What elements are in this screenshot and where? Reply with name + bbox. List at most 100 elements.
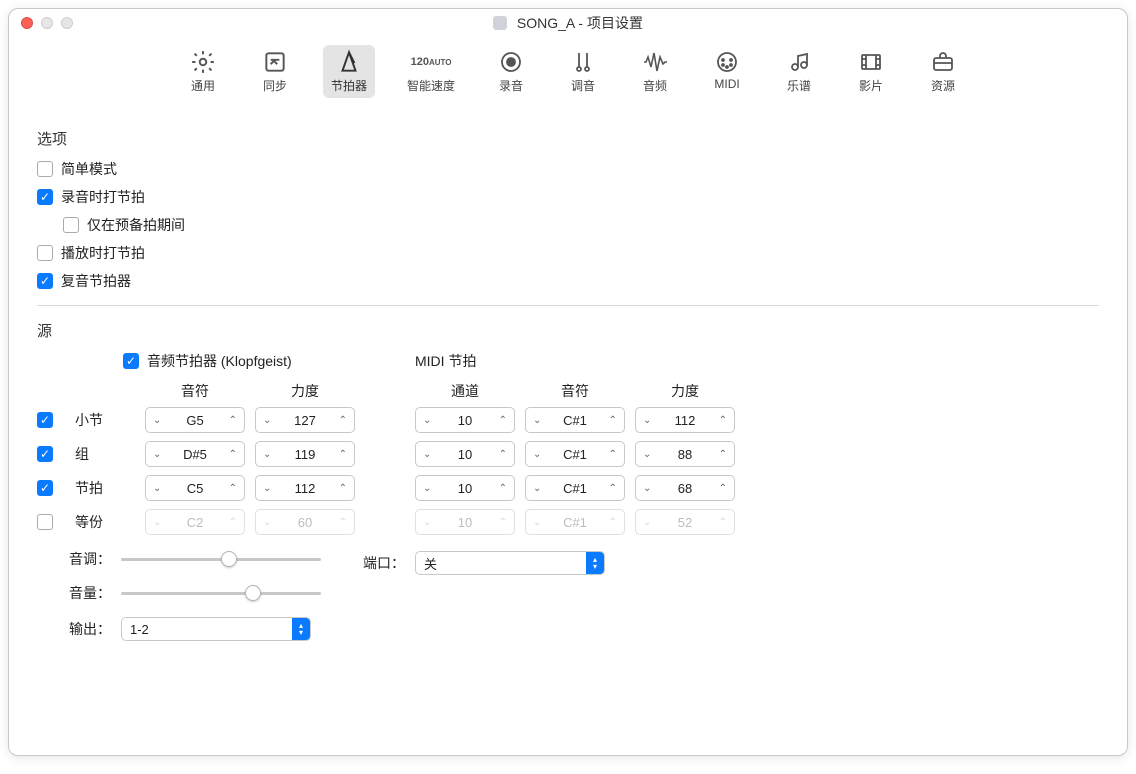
chevron-up-icon[interactable]: ⌃ <box>336 449 350 460</box>
checkbox-row-div[interactable] <box>37 514 53 530</box>
stepper-bar-mnote[interactable]: ⌄C#1⌃ <box>525 407 625 433</box>
section-title-options: 选项 <box>37 128 1099 149</box>
checkbox-audio-click[interactable] <box>123 353 139 369</box>
stepper-beat-vel[interactable]: ⌄112⌃ <box>255 475 355 501</box>
chevron-down-icon[interactable]: ⌄ <box>420 449 434 460</box>
stepper-beat-mnote[interactable]: ⌄C#1⌃ <box>525 475 625 501</box>
chevron-up-icon[interactable]: ⌃ <box>716 449 730 460</box>
slider-pitch[interactable] <box>121 550 321 568</box>
chevron-down-icon[interactable]: ⌄ <box>640 415 654 426</box>
stepper-group-note[interactable]: ⌄D#5⌃ <box>145 441 245 467</box>
stepper-group-vel[interactable]: ⌄119⌃ <box>255 441 355 467</box>
chevron-up-icon[interactable]: ⌃ <box>336 483 350 494</box>
tab-midi[interactable]: MIDI <box>703 45 751 98</box>
tab-label: 音频 <box>643 77 667 94</box>
chevron-up-icon[interactable]: ⌃ <box>226 449 240 460</box>
stepper-bar-note[interactable]: ⌄G5⌃ <box>145 407 245 433</box>
chevron-up-icon[interactable]: ⌃ <box>606 483 620 494</box>
stepper-div-vel[interactable]: ⌄60⌃ <box>255 509 355 535</box>
checkbox-click-playing[interactable] <box>37 245 53 261</box>
stepper-beat-chan[interactable]: ⌄10⌃ <box>415 475 515 501</box>
chevron-down-icon[interactable]: ⌄ <box>150 415 164 426</box>
tab-score[interactable]: 乐谱 <box>775 45 823 98</box>
tab-smart-tempo[interactable]: 120AUTO 智能速度 <box>399 45 463 98</box>
chevron-up-icon[interactable]: ⌃ <box>496 483 510 494</box>
chevron-down-icon[interactable]: ⌄ <box>530 483 544 494</box>
chevron-up-icon[interactable]: ⌃ <box>606 415 620 426</box>
chevron-down-icon[interactable]: ⌄ <box>420 483 434 494</box>
chevron-up-icon[interactable]: ⌃ <box>226 483 240 494</box>
tab-label: 乐谱 <box>787 77 811 94</box>
stepper-div-note[interactable]: ⌄C2⌃ <box>145 509 245 535</box>
toolbar: 通用 同步 节拍器 120AUTO 智能速度 录音 <box>9 37 1127 112</box>
chevron-up-icon[interactable]: ⌃ <box>336 415 350 426</box>
select-output[interactable]: 1-2 ▴▾ <box>121 617 311 641</box>
slider-volume[interactable] <box>121 584 321 602</box>
tab-label: MIDI <box>714 77 739 91</box>
stepper-bar-chan[interactable]: ⌄10⌃ <box>415 407 515 433</box>
chevron-up-icon[interactable]: ⌃ <box>496 517 510 528</box>
stepper-div-mnote[interactable]: ⌄C#1⌃ <box>525 509 625 535</box>
chevron-down-icon[interactable]: ⌄ <box>640 483 654 494</box>
gear-icon <box>190 49 216 75</box>
chevron-down-icon[interactable]: ⌄ <box>640 517 654 528</box>
label-port: 端口： <box>355 553 405 573</box>
chevron-down-icon[interactable]: ⌄ <box>420 517 434 528</box>
select-port[interactable]: 关 ▴▾ <box>415 551 605 575</box>
chevron-up-icon[interactable]: ⌃ <box>716 517 730 528</box>
chevron-down-icon[interactable]: ⌄ <box>260 449 274 460</box>
stepper-beat-note[interactable]: ⌄C5⌃ <box>145 475 245 501</box>
tab-tuning[interactable]: 调音 <box>559 45 607 98</box>
stepper-group-mvel[interactable]: ⌄88⌃ <box>635 441 735 467</box>
chevron-up-icon[interactable]: ⌃ <box>716 415 730 426</box>
tab-label: 智能速度 <box>407 77 455 94</box>
tab-assets[interactable]: 资源 <box>919 45 967 98</box>
chevron-down-icon[interactable]: ⌄ <box>530 415 544 426</box>
audio-click-column: 音频节拍器 (Klopfgeist) 音符 力度 小节 ⌄G5⌃ ⌄127⌃ 组 <box>37 351 355 641</box>
checkbox-only-countin[interactable] <box>63 217 79 233</box>
label-row-group: 组 <box>75 444 135 464</box>
chevron-down-icon[interactable]: ⌄ <box>530 517 544 528</box>
checkbox-simple-mode[interactable] <box>37 161 53 177</box>
chevron-up-icon[interactable]: ⌃ <box>336 517 350 528</box>
stepper-group-mnote[interactable]: ⌄C#1⌃ <box>525 441 625 467</box>
stepper-div-mvel[interactable]: ⌄52⌃ <box>635 509 735 535</box>
stepper-bar-mvel[interactable]: ⌄112⌃ <box>635 407 735 433</box>
tab-record[interactable]: 录音 <box>487 45 535 98</box>
chevron-down-icon[interactable]: ⌄ <box>260 483 274 494</box>
chevron-down-icon[interactable]: ⌄ <box>420 415 434 426</box>
chevron-up-icon[interactable]: ⌃ <box>226 415 240 426</box>
chevron-down-icon[interactable]: ⌄ <box>150 449 164 460</box>
checkbox-row-beat[interactable] <box>37 480 53 496</box>
chevron-up-icon[interactable]: ⌃ <box>606 449 620 460</box>
tab-metronome[interactable]: 节拍器 <box>323 45 375 98</box>
tab-sync[interactable]: 同步 <box>251 45 299 98</box>
checkbox-row-bar[interactable] <box>37 412 53 428</box>
stepper-beat-mvel[interactable]: ⌄68⌃ <box>635 475 735 501</box>
chevron-down-icon[interactable]: ⌄ <box>150 517 164 528</box>
tab-general[interactable]: 通用 <box>179 45 227 98</box>
tab-movie[interactable]: 影片 <box>847 45 895 98</box>
checkbox-polyphonic[interactable] <box>37 273 53 289</box>
chevron-up-icon[interactable]: ⌃ <box>496 449 510 460</box>
chevron-up-icon[interactable]: ⌃ <box>716 483 730 494</box>
col-header-note: 音符 <box>145 381 245 401</box>
checkbox-click-recording[interactable] <box>37 189 53 205</box>
chevron-down-icon[interactable]: ⌄ <box>260 415 274 426</box>
divider <box>37 305 1099 306</box>
checkbox-row-group[interactable] <box>37 446 53 462</box>
chevron-up-icon[interactable]: ⌃ <box>226 517 240 528</box>
assets-icon <box>931 49 955 75</box>
chevron-down-icon[interactable]: ⌄ <box>640 449 654 460</box>
tab-audio[interactable]: 音频 <box>631 45 679 98</box>
stepper-bar-vel[interactable]: ⌄127⌃ <box>255 407 355 433</box>
chevron-up-icon[interactable]: ⌃ <box>606 517 620 528</box>
section-title-source: 源 <box>37 320 1099 341</box>
chevron-up-icon[interactable]: ⌃ <box>496 415 510 426</box>
settings-window: SONG_A - 项目设置 通用 同步 节拍器 120AUTO 智能速度 <box>8 8 1128 756</box>
chevron-down-icon[interactable]: ⌄ <box>530 449 544 460</box>
stepper-div-chan[interactable]: ⌄10⌃ <box>415 509 515 535</box>
stepper-group-chan[interactable]: ⌄10⌃ <box>415 441 515 467</box>
chevron-down-icon[interactable]: ⌄ <box>260 517 274 528</box>
chevron-down-icon[interactable]: ⌄ <box>150 483 164 494</box>
